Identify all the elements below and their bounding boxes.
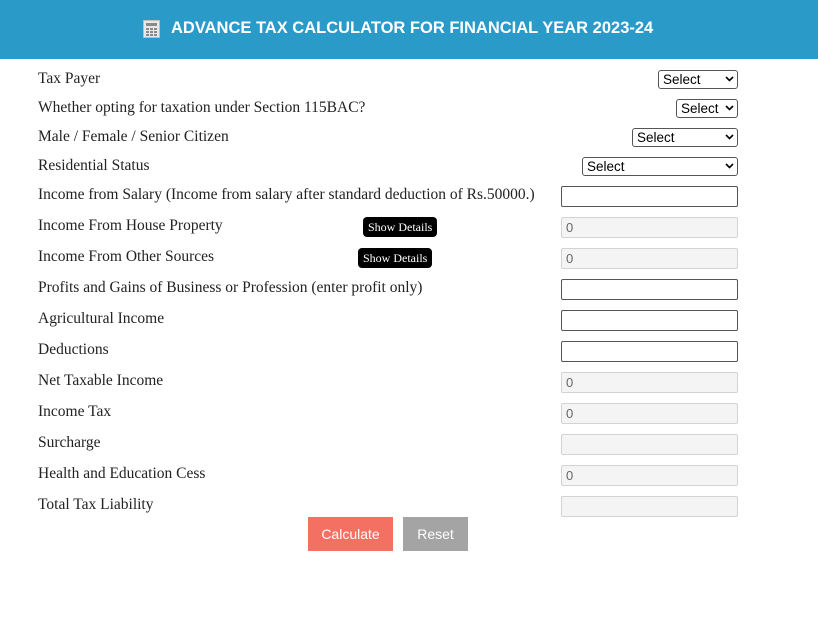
section-115bac-label: Whether opting for taxation under Sectio… (38, 99, 366, 116)
page-title: ADVANCE TAX CALCULATOR FOR FINANCIAL YEA… (171, 19, 654, 37)
reset-button[interactable]: Reset (403, 517, 468, 551)
net-taxable-income-label: Net Taxable Income (38, 372, 164, 389)
surcharge-label: Surcharge (38, 434, 101, 451)
gender-select[interactable]: Select (632, 128, 738, 147)
other-sources-label: Income From Other Sources (38, 248, 215, 265)
net-taxable-income-field: 0 (561, 372, 738, 393)
deductions-label: Deductions (38, 341, 109, 358)
house-property-field: 0 (561, 217, 738, 238)
residential-status-select-value: Select (587, 159, 625, 174)
chevron-down-icon (725, 76, 734, 82)
house-property-label: Income From House Property (38, 217, 223, 234)
total-tax-liability-label: Total Tax Liability (38, 496, 154, 513)
business-profit-input[interactable] (561, 279, 738, 300)
income-tax-label: Income Tax (38, 403, 112, 420)
calculate-button[interactable]: Calculate (308, 517, 393, 551)
other-sources-show-details-button[interactable]: Show Details (358, 248, 433, 268)
cess-field: 0 (561, 465, 738, 486)
chevron-down-icon (725, 105, 734, 111)
total-tax-liability-field (561, 496, 738, 517)
page-header: ADVANCE TAX CALCULATOR FOR FINANCIAL YEA… (0, 0, 818, 59)
section-115bac-select-value: Select (681, 101, 719, 116)
house-property-show-details-button[interactable]: Show Details (363, 217, 438, 237)
deductions-input[interactable] (561, 341, 738, 362)
chevron-down-icon (725, 163, 734, 169)
agricultural-income-input[interactable] (561, 310, 738, 331)
surcharge-field (561, 434, 738, 455)
other-sources-field: 0 (561, 248, 738, 269)
residential-status-label: Residential Status (38, 157, 150, 174)
cess-label: Health and Education Cess (38, 465, 206, 482)
residential-status-select[interactable]: Select (582, 157, 738, 176)
salary-label: Income from Salary (Income from salary a… (38, 186, 535, 203)
section-115bac-select[interactable]: Select (676, 99, 738, 118)
agricultural-income-label: Agricultural Income (38, 310, 165, 327)
chevron-down-icon (725, 134, 734, 140)
gender-label: Male / Female / Senior Citizen (38, 128, 229, 145)
business-profit-label: Profits and Gains of Business or Profess… (38, 279, 423, 296)
income-tax-field: 0 (561, 403, 738, 424)
gender-select-value: Select (637, 130, 675, 145)
tax-payer-select[interactable]: Select (658, 70, 738, 89)
salary-input[interactable] (561, 186, 738, 207)
calculator-icon (143, 20, 160, 38)
tax-payer-label: Tax Payer (38, 70, 101, 87)
tax-payer-select-value: Select (663, 72, 701, 87)
